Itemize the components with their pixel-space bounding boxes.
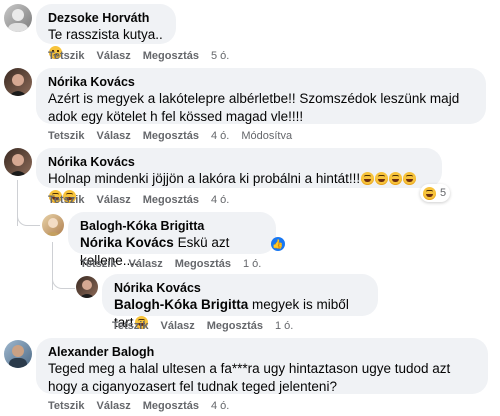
comment-text: Teged meg a halal ultesen a fa***ra ugy … — [48, 361, 451, 394]
user-mention[interactable]: Balogh-Kóka Brigitta — [114, 297, 248, 312]
comment-actions: Tetszik Válasz Megosztás 4 ó. — [48, 400, 241, 412]
share-button[interactable]: Megosztás — [143, 400, 199, 412]
timestamp[interactable]: 5 ó. — [211, 50, 229, 62]
comment-actions: Tetszik Válasz Megosztás 4 ó. — [48, 194, 241, 206]
thread-line — [52, 268, 75, 289]
comment-author[interactable]: Balogh-Kóka Brigitta — [80, 218, 264, 234]
reaction-summary[interactable]: 5 — [420, 184, 451, 202]
avatar[interactable] — [4, 4, 32, 32]
like-button[interactable]: Tetszik — [48, 50, 84, 62]
laughing-tears-icon — [389, 172, 403, 185]
comment-bubble: Nórika Kovács Azért is megyek a lakótele… — [36, 68, 486, 124]
avatar[interactable] — [4, 68, 32, 96]
avatar[interactable] — [42, 214, 64, 236]
like-reaction-icon: 👍 — [271, 237, 285, 251]
timestamp[interactable]: 4 ó. — [211, 194, 229, 206]
like-button[interactable]: Tetszik — [112, 320, 148, 332]
comment-bubble: Balogh-Kóka Brigitta Nórika Kovács Eskü … — [68, 212, 276, 268]
laughing-tears-icon — [375, 172, 389, 185]
like-button[interactable]: Tetszik — [48, 400, 84, 412]
comment-author[interactable]: Nórika Kovács — [114, 280, 366, 296]
comment-actions: Tetszik Válasz Megosztás 1 ó. — [80, 258, 273, 270]
comment-actions: Tetszik Válasz Megosztás 4 ó. Módosítva — [48, 130, 304, 142]
comment-author[interactable]: Nórika Kovács — [48, 74, 474, 90]
timestamp[interactable]: 4 ó. — [211, 400, 229, 412]
comment-author[interactable]: Dezsoke Horváth — [48, 10, 164, 26]
comment-author[interactable]: Alexander Balogh — [48, 344, 476, 360]
like-button[interactable]: Tetszik — [48, 194, 84, 206]
comment-actions: Tetszik Válasz Megosztás 1 ó. — [112, 320, 305, 332]
haha-reaction-icon — [423, 186, 436, 200]
profile-photo-icon — [9, 345, 27, 368]
profile-photo-icon — [9, 154, 27, 176]
share-button[interactable]: Megosztás — [143, 194, 199, 206]
timestamp[interactable]: 1 ó. — [243, 258, 261, 270]
laughing-tears-icon — [361, 172, 375, 185]
comment-bubble: Alexander Balogh Teged meg a halal ultes… — [36, 338, 488, 394]
share-button[interactable]: Megosztás — [143, 130, 199, 142]
user-mention[interactable]: Nórika Kovács — [80, 235, 174, 250]
like-button[interactable]: Tetszik — [80, 258, 116, 270]
comment-actions: Tetszik Válasz Megosztás 5 ó. — [48, 50, 241, 62]
share-button[interactable]: Megosztás — [207, 320, 263, 332]
edited-label: Módosítva — [241, 130, 293, 142]
comment-author[interactable]: Nórika Kovács — [48, 154, 430, 170]
like-button[interactable]: Tetszik — [48, 130, 84, 142]
profile-photo-icon — [45, 218, 61, 236]
reply-button[interactable]: Válasz — [96, 50, 130, 62]
reply-button[interactable]: Válasz — [96, 130, 130, 142]
comment-bubble: Nórika Kovács Balogh-Kóka Brigitta megye… — [102, 274, 378, 330]
profile-photo-icon — [79, 280, 95, 298]
share-button[interactable]: Megosztás — [143, 50, 199, 62]
comment-bubble: Nórika Kovács Holnap mindenki jöjjön a l… — [36, 148, 442, 203]
reply-button[interactable]: Válasz — [96, 194, 130, 206]
reply-button[interactable]: Válasz — [160, 320, 194, 332]
avatar[interactable] — [4, 148, 32, 176]
comment-text: Te rasszista kutya.. — [48, 27, 163, 42]
thread-line — [17, 205, 40, 226]
like-reaction[interactable]: 👍 — [268, 232, 285, 251]
profile-photo-icon — [9, 74, 27, 96]
timestamp[interactable]: 4 ó. — [211, 130, 229, 142]
avatar[interactable] — [76, 276, 98, 298]
laughing-tears-icon — [403, 172, 417, 185]
reply-button[interactable]: Válasz — [96, 400, 130, 412]
profile-photo-icon — [8, 9, 28, 32]
reply-button[interactable]: Válasz — [128, 258, 162, 270]
comment-text: Azért is megyek a lakótelepre albérletbe… — [48, 91, 460, 124]
avatar[interactable] — [4, 340, 32, 368]
comment-bubble: Dezsoke Horváth Te rasszista kutya.. — [36, 4, 176, 59]
share-button[interactable]: Megosztás — [175, 258, 231, 270]
reaction-count: 5 — [440, 187, 447, 199]
comment-text: Holnap mindenki jöjjön a lakóra ki probá… — [48, 171, 361, 186]
timestamp[interactable]: 1 ó. — [275, 320, 293, 332]
